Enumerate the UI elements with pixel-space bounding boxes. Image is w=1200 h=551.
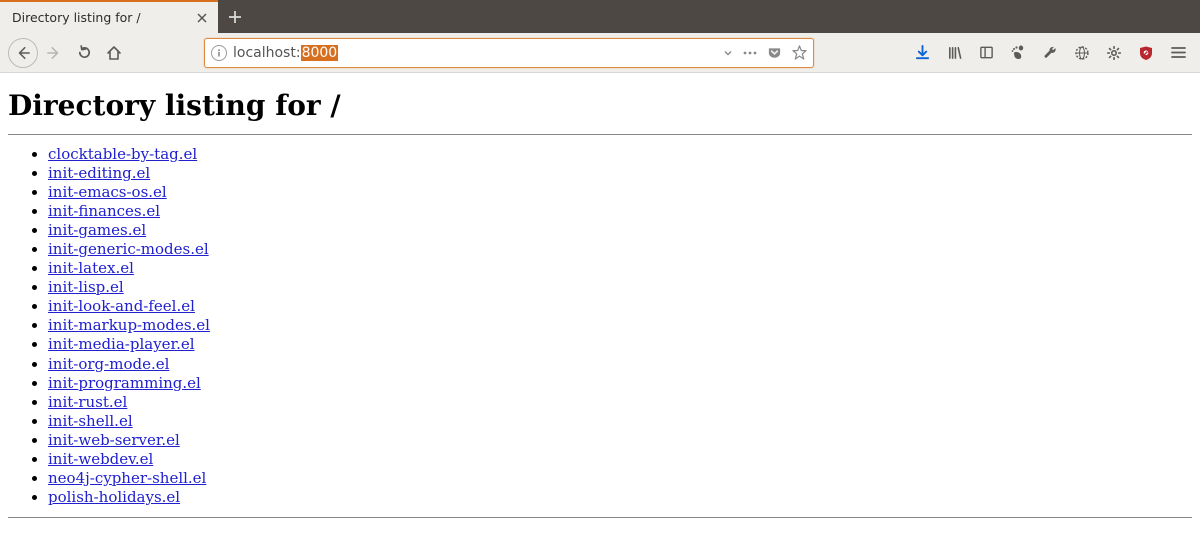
forward-button[interactable]: [40, 39, 68, 67]
list-item: init-look-and-feel.el: [48, 297, 1192, 316]
nav-bar: localhost:8000: [0, 33, 1200, 73]
list-item: init-lisp.el: [48, 278, 1192, 297]
bookmark-star-icon[interactable]: [792, 45, 807, 60]
tab-title: Directory listing for /: [12, 10, 194, 25]
file-link[interactable]: init-editing.el: [48, 164, 150, 182]
menu-hamburger-icon[interactable]: [1168, 43, 1188, 63]
file-link[interactable]: init-shell.el: [48, 412, 133, 430]
url-port: 8000: [301, 45, 339, 61]
list-item: init-editing.el: [48, 164, 1192, 183]
tab-bar: Directory listing for /: [0, 0, 1200, 33]
close-tab-icon[interactable]: [194, 10, 210, 26]
url-bar[interactable]: localhost:8000: [204, 38, 814, 68]
url-host: localhost:: [233, 45, 301, 61]
back-button[interactable]: [8, 38, 38, 68]
page-actions-icon[interactable]: [743, 51, 757, 55]
page-content: Directory listing for / clocktable-by-ta…: [0, 73, 1200, 530]
gear-icon[interactable]: [1104, 43, 1124, 63]
list-item: init-games.el: [48, 221, 1192, 240]
file-list: clocktable-by-tag.elinit-editing.elinit-…: [48, 145, 1192, 507]
list-item: init-generic-modes.el: [48, 240, 1192, 259]
toolbar-right: [912, 43, 1192, 63]
list-item: init-webdev.el: [48, 450, 1192, 469]
list-item: init-media-player.el: [48, 335, 1192, 354]
divider: [8, 134, 1192, 135]
gnome-foot-icon[interactable]: [1008, 43, 1028, 63]
new-tab-button[interactable]: [218, 0, 252, 33]
file-link[interactable]: init-org-mode.el: [48, 355, 169, 373]
wrench-icon[interactable]: [1040, 43, 1060, 63]
dropdown-icon[interactable]: [723, 48, 733, 58]
list-item: init-markup-modes.el: [48, 316, 1192, 335]
list-item: init-org-mode.el: [48, 355, 1192, 374]
file-link[interactable]: init-web-server.el: [48, 431, 180, 449]
ublock-shield-icon[interactable]: [1136, 43, 1156, 63]
home-button[interactable]: [100, 39, 128, 67]
sidebar-icon[interactable]: [976, 43, 996, 63]
file-link[interactable]: init-webdev.el: [48, 450, 153, 468]
file-link[interactable]: init-games.el: [48, 221, 146, 239]
site-info-icon[interactable]: [211, 45, 227, 61]
library-icon[interactable]: [944, 43, 964, 63]
file-link[interactable]: neo4j-cypher-shell.el: [48, 469, 206, 487]
file-link[interactable]: init-media-player.el: [48, 335, 195, 353]
reload-button[interactable]: [70, 39, 98, 67]
file-link[interactable]: init-generic-modes.el: [48, 240, 209, 258]
divider: [8, 517, 1192, 518]
url-text: localhost:8000: [233, 45, 717, 61]
browser-tab[interactable]: Directory listing for /: [0, 0, 218, 33]
list-item: neo4j-cypher-shell.el: [48, 469, 1192, 488]
downloads-icon[interactable]: [912, 43, 932, 63]
file-link[interactable]: init-markup-modes.el: [48, 316, 210, 334]
list-item: init-web-server.el: [48, 431, 1192, 450]
page-title: Directory listing for /: [8, 89, 1192, 122]
list-item: init-rust.el: [48, 393, 1192, 412]
list-item: clocktable-by-tag.el: [48, 145, 1192, 164]
file-link[interactable]: polish-holidays.el: [48, 488, 180, 506]
globe-icon[interactable]: [1072, 43, 1092, 63]
list-item: init-emacs-os.el: [48, 183, 1192, 202]
file-link[interactable]: init-finances.el: [48, 202, 160, 220]
file-link[interactable]: init-emacs-os.el: [48, 183, 167, 201]
list-item: init-latex.el: [48, 259, 1192, 278]
file-link[interactable]: init-programming.el: [48, 374, 201, 392]
list-item: polish-holidays.el: [48, 488, 1192, 507]
file-link[interactable]: init-rust.el: [48, 393, 127, 411]
file-link[interactable]: clocktable-by-tag.el: [48, 145, 197, 163]
file-link[interactable]: init-look-and-feel.el: [48, 297, 195, 315]
list-item: init-programming.el: [48, 374, 1192, 393]
list-item: init-shell.el: [48, 412, 1192, 431]
pocket-icon[interactable]: [767, 46, 782, 60]
list-item: init-finances.el: [48, 202, 1192, 221]
file-link[interactable]: init-lisp.el: [48, 278, 124, 296]
file-link[interactable]: init-latex.el: [48, 259, 134, 277]
